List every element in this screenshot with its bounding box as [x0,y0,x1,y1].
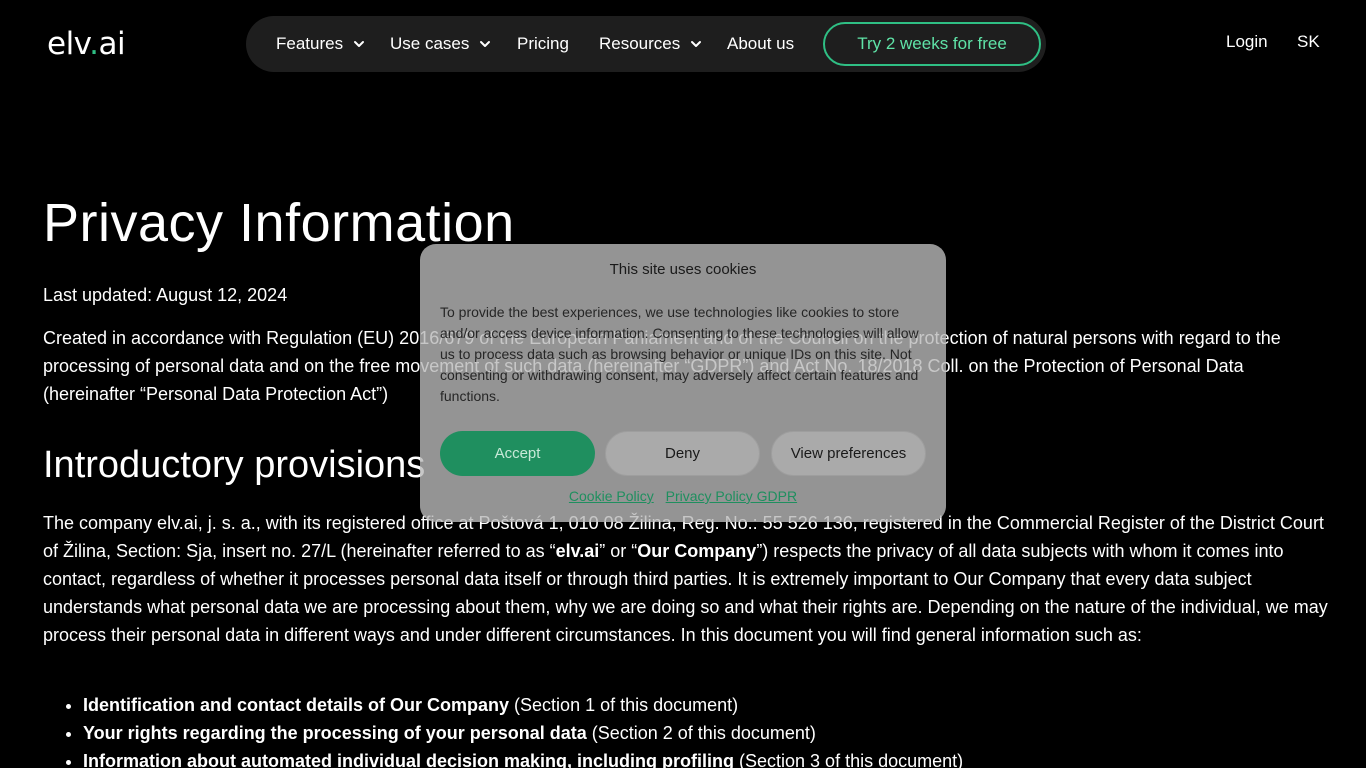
language-switch[interactable]: SK [1297,32,1320,52]
list-item-text: (Section 2 of this document) [586,723,816,743]
nav-item-use-cases[interactable]: Use cases [390,16,492,72]
main-nav: Features Use cases Pricing Resources Abo… [246,16,1046,72]
list-item: Identification and contact details of Ou… [83,691,1283,719]
chevron-down-icon [480,41,491,47]
cookie-title: This site uses cookies [609,261,757,278]
login-link[interactable]: Login [1226,32,1268,52]
deny-button[interactable]: Deny [605,431,760,476]
nav-item-label: Resources [599,34,681,53]
list-item-text: (Section 3 of this document) [734,751,964,768]
list-item-bold: Information about automated individual d… [83,751,735,768]
logo-text-suffix: ai [98,26,126,62]
nav-item-label: Features [276,34,344,53]
contents-list: Identification and contact details of Ou… [43,691,1283,768]
accept-button[interactable]: Accept [440,431,595,476]
cookie-consent-dialog: This site uses cookies To provide the be… [420,244,946,522]
chevron-down-icon [354,41,365,47]
privacy-policy-link[interactable]: Privacy Policy GDPR [666,488,797,504]
view-preferences-button[interactable]: View preferences [771,431,926,476]
nav-item-label: Use cases [390,34,470,53]
our-company-bold: Our Company [637,541,757,561]
list-item: Your rights regarding the processing of … [83,719,1283,747]
nav-item-label: About us [727,34,795,53]
chevron-down-icon [691,41,702,47]
cookie-links: Cookie Policy Privacy Policy GDPR [420,488,946,504]
company-name-bold: elv.ai [555,541,600,561]
cookie-description: To provide the best experiences, we use … [440,304,919,404]
list-item-bold: Your rights regarding the processing of … [83,723,587,743]
cookie-policy-link[interactable]: Cookie Policy [569,488,654,504]
nav-item-about-us[interactable]: About us [727,16,794,72]
try-free-button[interactable]: Try 2 weeks for free [823,22,1041,66]
list-item-text: (Section 1 of this document) [509,695,739,715]
logo-text-prefix: elv [47,26,90,62]
section-title: Introductory provisions [43,444,426,486]
company-text: ” or “ [599,541,638,561]
nav-item-label: Pricing [517,34,569,53]
page: elv.ai Features Use cases Pricing Resour… [0,0,1366,768]
logo[interactable]: elv.ai [47,24,126,64]
nav-item-features[interactable]: Features [276,16,366,72]
last-updated: Last updated: August 12, 2024 [43,285,288,305]
nav-item-resources[interactable]: Resources [599,16,703,72]
company-paragraph: The company elv.ai, j. s. a., with its r… [43,509,1328,649]
nav-item-pricing[interactable]: Pricing [517,16,569,72]
list-item: Information about automated individual d… [83,747,1283,768]
list-item-bold: Identification and contact details of Ou… [83,695,510,715]
